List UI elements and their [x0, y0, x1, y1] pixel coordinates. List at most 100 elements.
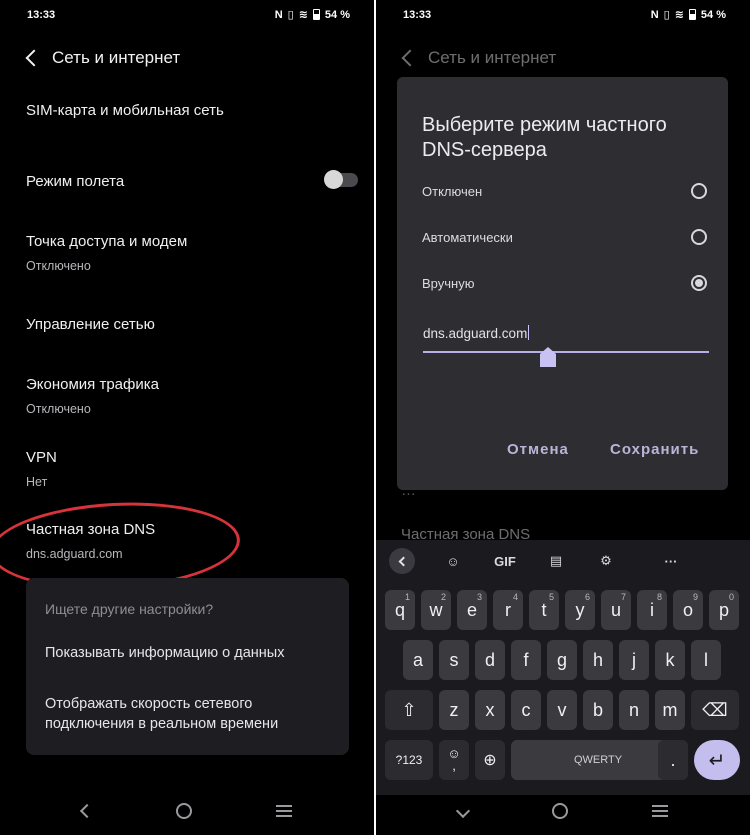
- shift-key[interactable]: ⇧: [385, 690, 433, 730]
- private-dns-dialog: Выберите режим частного DNS-сервера Откл…: [397, 77, 728, 490]
- key-label: i: [650, 599, 654, 620]
- dns-hostname-input[interactable]: dns.adguard.com: [423, 325, 529, 341]
- key-number-hint: 7: [620, 592, 626, 602]
- backspace-key[interactable]: ⌫: [691, 690, 739, 730]
- symbols-key[interactable]: ?123: [385, 740, 433, 780]
- option-off-label[interactable]: Отключен: [422, 184, 482, 199]
- keyboard-collapse-button[interactable]: [389, 548, 415, 574]
- key-s[interactable]: s: [439, 640, 469, 680]
- battery-icon: [312, 9, 320, 20]
- key-v[interactable]: v: [547, 690, 577, 730]
- key-x[interactable]: x: [475, 690, 505, 730]
- option-off-radio[interactable]: [691, 183, 707, 199]
- period-key[interactable]: .: [658, 740, 688, 780]
- wifi-icon: ≋: [298, 9, 308, 21]
- settings-item-sim[interactable]: SIM-карта и мобильная сеть: [26, 102, 224, 119]
- key-number-hint: 6: [584, 592, 590, 602]
- nav-recents-icon[interactable]: [276, 805, 292, 817]
- settings-screen: 13:33 N ▯ ≋ 54 % Сеть и интернет SIM-кар…: [0, 0, 374, 835]
- settings-item-subtitle: Отключено: [26, 259, 91, 273]
- key-n[interactable]: n: [619, 690, 649, 730]
- key-p[interactable]: p0: [709, 590, 739, 630]
- input-underline: [423, 351, 709, 353]
- settings-item-hotspot[interactable]: Точка доступа и модем Отключено: [26, 233, 187, 273]
- nav-home-icon[interactable]: [176, 803, 192, 819]
- back-arrow-icon[interactable]: [25, 49, 43, 67]
- settings-item-airplane-mode[interactable]: Режим полета: [26, 173, 124, 190]
- settings-item-title: Режим полета: [26, 173, 125, 190]
- key-k[interactable]: k: [655, 640, 685, 680]
- key-l[interactable]: l: [691, 640, 721, 680]
- key-u[interactable]: u7: [601, 590, 631, 630]
- key-number-hint: 3: [476, 592, 482, 602]
- key-m[interactable]: m: [655, 690, 685, 730]
- save-button[interactable]: Сохранить: [610, 441, 699, 458]
- settings-item-vpn[interactable]: VPN Нет: [26, 449, 57, 489]
- key-y[interactable]: y6: [565, 590, 595, 630]
- battery-icon: [688, 9, 696, 20]
- more-options-button[interactable]: ···: [660, 550, 682, 572]
- key-w[interactable]: w2: [421, 590, 451, 630]
- nav-back-icon[interactable]: [79, 803, 95, 819]
- key-g[interactable]: g: [547, 640, 577, 680]
- battery-percent: 54 %: [700, 8, 726, 21]
- emoji-comma-key[interactable]: ☺,: [439, 740, 469, 780]
- key-a[interactable]: a: [403, 640, 433, 680]
- nav-recents-icon[interactable]: [652, 805, 668, 817]
- key-e[interactable]: e3: [457, 590, 487, 630]
- nav-home-icon[interactable]: [552, 803, 568, 819]
- back-arrow-icon: [401, 49, 419, 67]
- soft-keyboard: ☺ GIF ▤ ⚙ ··· q1 w2 e3 r4 t5 y6 u7 i8 o9…: [376, 540, 750, 795]
- status-icons: N ▯ ≋ 54 %: [275, 8, 350, 22]
- language-globe-key[interactable]: ⊕: [475, 740, 505, 780]
- settings-gear-icon[interactable]: ⚙: [596, 550, 616, 572]
- settings-item-title: VPN: [26, 449, 57, 466]
- cancel-button[interactable]: Отмена: [507, 441, 569, 458]
- key-i[interactable]: i8: [637, 590, 667, 630]
- enter-key[interactable]: ↵: [694, 740, 740, 780]
- gif-button[interactable]: GIF: [492, 550, 518, 572]
- key-h[interactable]: h: [583, 640, 613, 680]
- key-c[interactable]: c: [511, 690, 541, 730]
- key-label: r: [505, 599, 511, 620]
- key-t[interactable]: t5: [529, 590, 559, 630]
- key-number-hint: 0: [728, 592, 734, 602]
- key-r[interactable]: r4: [493, 590, 523, 630]
- suggestions-heading: Ищете другие настройки?: [45, 601, 214, 617]
- sticker-icon[interactable]: ☺: [442, 550, 464, 572]
- wifi-icon: ≋: [674, 9, 684, 21]
- option-auto-label[interactable]: Автоматически: [422, 230, 513, 245]
- suggestion-show-data-info[interactable]: Показывать информацию о данных: [45, 645, 284, 661]
- battery-percent: 54 %: [324, 8, 350, 21]
- status-icons: N ▯ ≋ 54 %: [650, 8, 726, 22]
- key-q[interactable]: q1: [385, 590, 415, 630]
- nav-hide-keyboard-icon[interactable]: [455, 803, 471, 819]
- key-number-hint: 4: [512, 592, 518, 602]
- suggestion-show-network-speed[interactable]: Отображать скорость сетевого подключения…: [45, 694, 335, 734]
- key-number-hint: 5: [548, 592, 554, 602]
- key-f[interactable]: f: [511, 640, 541, 680]
- key-j[interactable]: j: [619, 640, 649, 680]
- page-header: Сеть и интернет: [398, 48, 556, 68]
- settings-item-title: Точка доступа и модем: [26, 233, 188, 250]
- key-d[interactable]: d: [475, 640, 505, 680]
- key-z[interactable]: z: [439, 690, 469, 730]
- settings-item-network-management[interactable]: Управление сетью: [26, 316, 155, 333]
- keyboard-toolbar: ☺ GIF ▤ ⚙ ···: [376, 540, 750, 582]
- status-time: 13:33: [403, 9, 432, 21]
- system-nav-bar: [0, 787, 374, 835]
- settings-item-data-saver[interactable]: Экономия трафика Отключено: [26, 376, 159, 416]
- nfc-icon: N: [650, 8, 659, 21]
- text-cursor-handle[interactable]: [540, 347, 556, 367]
- shift-arrow-icon: ⇧: [401, 699, 417, 720]
- clipboard-icon[interactable]: ▤: [546, 550, 566, 572]
- key-b[interactable]: b: [583, 690, 613, 730]
- option-manual-radio[interactable]: [691, 275, 707, 291]
- option-auto-radio[interactable]: [691, 229, 707, 245]
- airplane-mode-toggle[interactable]: [324, 170, 358, 189]
- key-o[interactable]: o9: [673, 590, 703, 630]
- settings-item-subtitle: Отключено: [26, 402, 91, 416]
- settings-item-title: Управление сетью: [26, 316, 155, 333]
- option-manual-label[interactable]: Вручную: [422, 276, 474, 291]
- page-header: Сеть и интернет: [22, 48, 180, 68]
